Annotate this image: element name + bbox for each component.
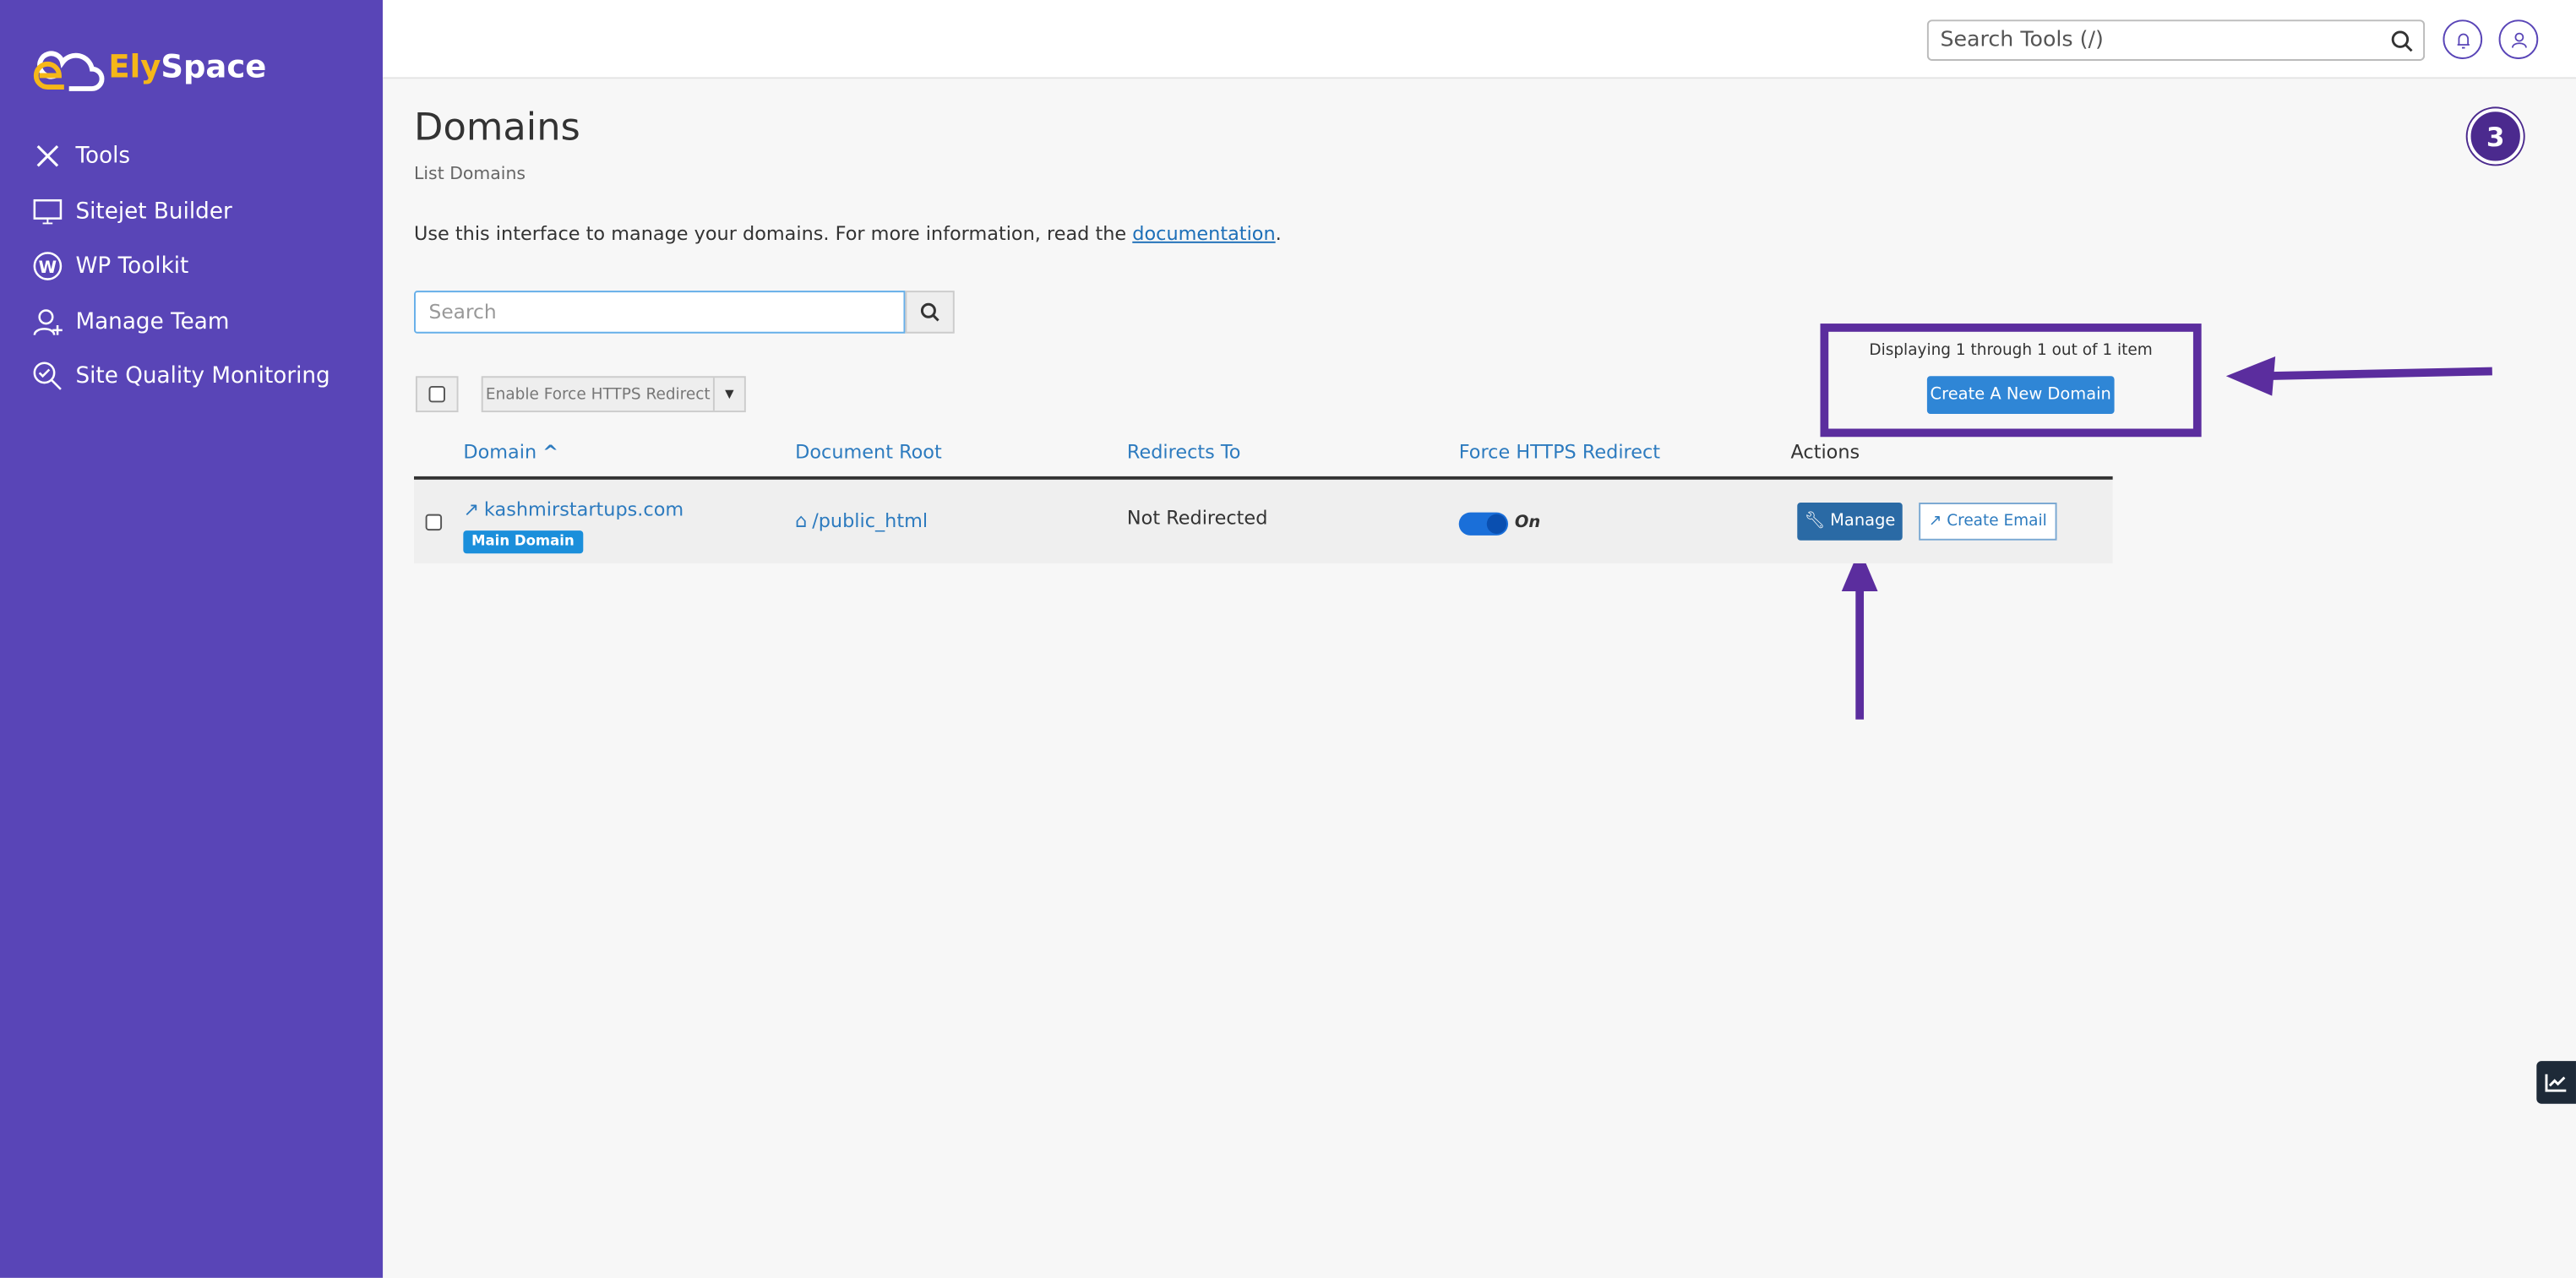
sidebar-item-label: Sitejet Builder: [75, 198, 232, 226]
page-title: Domains: [414, 106, 580, 150]
topbar: Search Tools (/): [383, 0, 2576, 79]
force-https-toggle[interactable]: [1458, 512, 1509, 536]
sidebar: Ely Space Tools Sitejet Builder W WP Toolk…: [0, 0, 384, 1278]
add-user-icon: [33, 309, 63, 336]
header-label: Domain: [463, 440, 537, 464]
domain-link[interactable]: ↗ kashmirstartups.com: [463, 498, 683, 520]
create-email-button[interactable]: ↗ Create Email: [1919, 503, 2057, 541]
manage-label: Manage: [1830, 512, 1896, 531]
search-icon: [920, 302, 939, 322]
table-row: ↗ kashmirstartups.com Main Domain ⌂/publi…: [414, 476, 2113, 563]
home-icon: ⌂: [795, 508, 808, 533]
analytics-side-button[interactable]: [2536, 1061, 2576, 1104]
chart-trend-icon: [2545, 1074, 2567, 1092]
sidebar-item-site-quality[interactable]: Site Quality Monitoring: [33, 362, 330, 391]
sidebar-item-label: Tools: [75, 143, 131, 170]
search-tools-input[interactable]: Search Tools (/): [1926, 19, 2426, 61]
search-tools-placeholder: Search Tools (/): [1940, 28, 2104, 53]
enable-force-https-button[interactable]: Enable Force HTTPS Redirect: [483, 378, 715, 411]
domain-search-input[interactable]: Search: [414, 291, 906, 334]
pagination-info: Displaying 1 through 1 out of 1 item: [1869, 341, 2153, 360]
sidebar-item-manage-team[interactable]: Manage Team: [33, 307, 230, 337]
create-email-label: Create Email: [1947, 512, 2047, 531]
external-link-icon: ↗: [1928, 512, 1942, 531]
sidebar-item-label: Site Quality Monitoring: [75, 362, 330, 389]
redirects-value: Not Redirected: [1126, 505, 1268, 530]
sidebar-item-label: Manage Team: [75, 308, 230, 335]
sidebar-item-tools[interactable]: Tools: [33, 141, 130, 171]
checkbox-box: [428, 385, 445, 403]
user-menu-button[interactable]: [2498, 19, 2539, 60]
main-domain-badge: Main Domain: [463, 530, 583, 554]
sidebar-item-wp-toolkit[interactable]: W WP Toolkit: [33, 252, 188, 281]
domain-name: kashmirstartups.com: [483, 498, 684, 521]
row-checkbox[interactable]: [425, 514, 443, 531]
logo[interactable]: Ely Space: [33, 43, 266, 92]
caret-down-icon[interactable]: ▼: [715, 378, 744, 411]
search-icon[interactable]: [2390, 30, 2413, 52]
cloud-logo-icon: [33, 51, 105, 91]
document-root-link[interactable]: ⌂/public_html: [795, 509, 928, 532]
column-header-redirects-to[interactable]: Redirects To: [1127, 440, 1241, 463]
bulk-action-dropdown[interactable]: Enable Force HTTPS Redirect ▼: [481, 376, 746, 413]
brand-name-1: Ely: [108, 49, 161, 86]
notifications-button[interactable]: [2443, 19, 2483, 60]
wordpress-icon: W: [33, 252, 63, 280]
annotation-arrow-up: [1841, 548, 1878, 720]
column-header-force-https[interactable]: Force HTTPS Redirect: [1459, 440, 1660, 463]
bell-icon: [2456, 32, 2469, 48]
annotation-arrow-left: [2225, 356, 2492, 396]
wrench-icon: 🔧︎: [1804, 512, 1826, 531]
select-all-checkbox[interactable]: [415, 376, 459, 413]
quality-search-icon: [33, 362, 62, 390]
column-header-domain[interactable]: Domain ^: [463, 440, 558, 463]
svg-text:W: W: [39, 258, 57, 277]
page-description: Use this interface to manage your domain…: [414, 222, 1282, 245]
column-header-document-root[interactable]: Document Root: [795, 440, 942, 463]
description-text: Use this interface to manage your domain…: [414, 221, 1133, 245]
create-domain-button[interactable]: Create A New Domain: [1926, 376, 2115, 415]
tools-icon: [36, 144, 59, 167]
column-header-actions: Actions: [1790, 440, 1860, 464]
sidebar-item-label: WP Toolkit: [75, 253, 189, 280]
search-button[interactable]: [905, 291, 955, 334]
description-end: .: [1275, 221, 1282, 245]
doc-root-path: /public_html: [812, 508, 929, 533]
search-placeholder: Search: [428, 300, 497, 324]
external-link-icon: ↗: [463, 498, 480, 521]
brand-name-2: Space: [161, 49, 267, 86]
sort-ascending-icon: ^: [542, 440, 558, 464]
page-subtitle: List Domains: [414, 164, 526, 184]
step-badge: 3: [2467, 108, 2524, 165]
documentation-link[interactable]: documentation: [1132, 222, 1275, 245]
toggle-knob: [1486, 514, 1507, 534]
force-https-status: On: [1514, 514, 1541, 533]
manage-button[interactable]: 🔧︎ Manage: [1797, 503, 1903, 541]
sitejet-icon: [33, 198, 63, 225]
sidebar-item-sitejet[interactable]: Sitejet Builder: [33, 197, 232, 226]
user-icon: [2511, 31, 2526, 47]
